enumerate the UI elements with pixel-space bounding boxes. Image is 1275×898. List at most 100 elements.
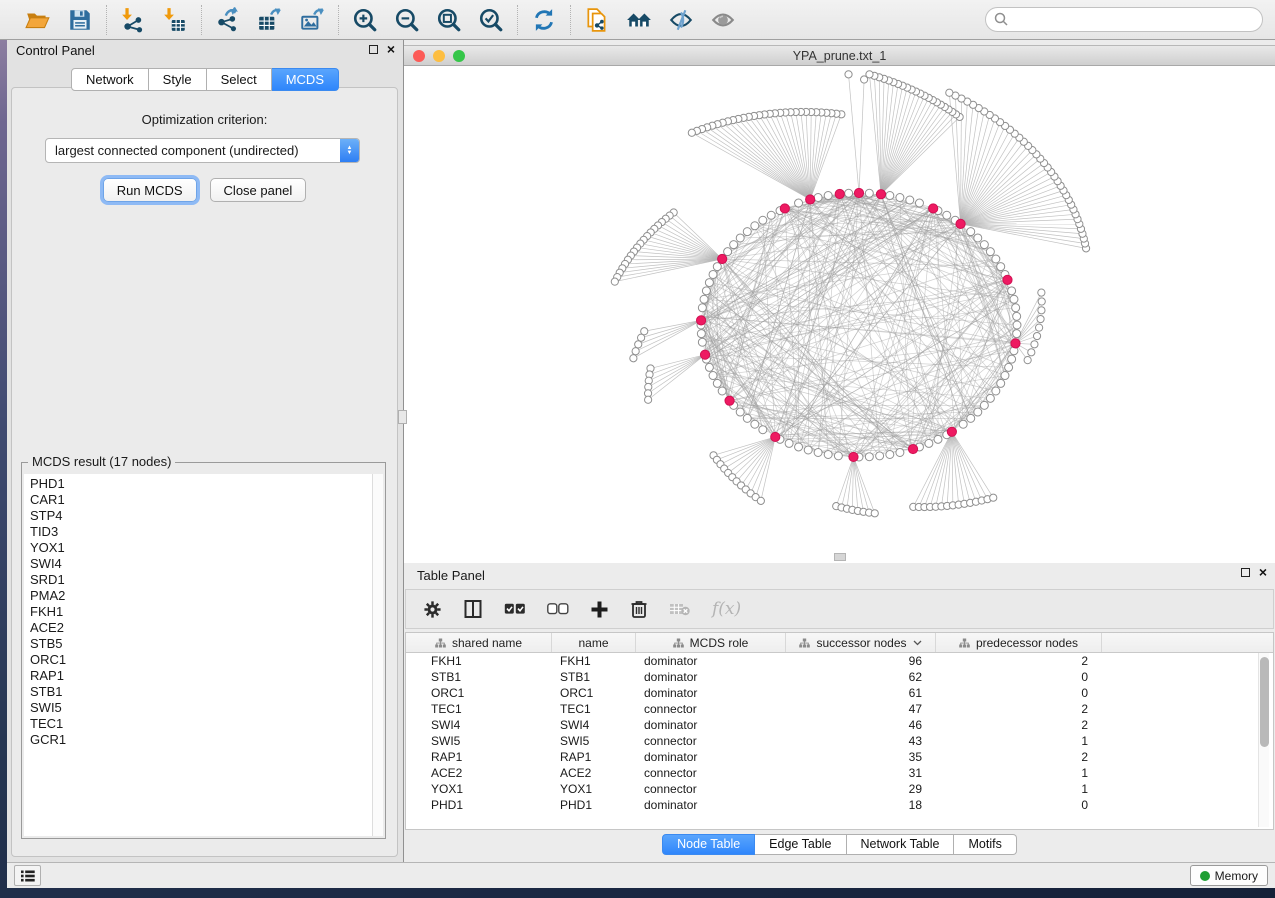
table-scrollbar-thumb[interactable]: [1260, 657, 1269, 747]
delete-table-icon[interactable]: [669, 602, 691, 616]
network-graph[interactable]: [404, 66, 1274, 563]
tab-edge-table[interactable]: Edge Table: [755, 834, 846, 855]
clone-network-button[interactable]: [583, 6, 611, 34]
horizontal-splitter-grip[interactable]: [834, 553, 846, 561]
run-mcds-button[interactable]: Run MCDS: [103, 178, 197, 202]
function-builder-icon[interactable]: f(x): [712, 599, 741, 619]
control-panel-title: Control Panel: [16, 43, 95, 58]
mcds-result-item[interactable]: STB1: [30, 684, 383, 700]
table-cell: [1102, 669, 1273, 685]
task-history-button[interactable]: [14, 865, 41, 886]
import-table-icon: [162, 7, 188, 33]
import-table-button[interactable]: [161, 6, 189, 34]
close-table-panel-icon[interactable]: ×: [1259, 567, 1267, 577]
float-table-panel-icon[interactable]: [1241, 568, 1250, 577]
export-table-button[interactable]: [256, 6, 284, 34]
table-options-gear-icon[interactable]: [423, 600, 442, 619]
close-window-icon[interactable]: [413, 50, 425, 62]
mcds-result-item[interactable]: TID3: [30, 524, 383, 540]
column-header-MCDS-role[interactable]: MCDS role: [636, 633, 786, 652]
select-all-icon[interactable]: [504, 603, 526, 615]
table-row[interactable]: FKH1FKH1dominator962: [406, 653, 1273, 669]
table-row[interactable]: SWI4SWI4dominator462: [406, 717, 1273, 733]
mcds-result-item[interactable]: YOX1: [30, 540, 383, 556]
tab-network[interactable]: Network: [71, 68, 149, 91]
mcds-result-item[interactable]: SRD1: [30, 572, 383, 588]
column-header-successor-nodes[interactable]: successor nodes: [786, 633, 936, 652]
export-image-button[interactable]: [298, 6, 326, 34]
save-button[interactable]: [66, 6, 94, 34]
export-network-button[interactable]: [214, 6, 242, 34]
zoom-in-button[interactable]: [351, 6, 379, 34]
table-row[interactable]: PHD1PHD1dominator180: [406, 797, 1273, 813]
open-file-button[interactable]: [24, 6, 52, 34]
table-cell: FKH1: [552, 653, 636, 669]
node-table[interactable]: shared namenameMCDS rolesuccessor nodesp…: [405, 632, 1274, 830]
mcds-result-item[interactable]: SWI5: [30, 700, 383, 716]
close-panel-icon[interactable]: ×: [387, 44, 395, 54]
network-canvas[interactable]: [404, 66, 1275, 563]
table-row[interactable]: RAP1RAP1dominator352: [406, 749, 1273, 765]
zoom-fit-button[interactable]: [435, 6, 463, 34]
table-cell: 31: [786, 765, 936, 781]
table-row[interactable]: TEC1TEC1connector472: [406, 701, 1273, 717]
table-row[interactable]: ACE2ACE2connector311: [406, 765, 1273, 781]
mcds-result-list[interactable]: PHD1CAR1STP4TID3YOX1SWI4SRD1PMA2FKH1ACE2…: [24, 474, 383, 836]
table-scrollbar[interactable]: [1258, 653, 1269, 827]
zoom-selected-button[interactable]: [477, 6, 505, 34]
table-row[interactable]: STB1STB1dominator620: [406, 669, 1273, 685]
mcds-result-item[interactable]: SWI4: [30, 556, 383, 572]
mcds-result-item[interactable]: CAR1: [30, 492, 383, 508]
mcds-result-item[interactable]: ACE2: [30, 620, 383, 636]
first-neighbors-button[interactable]: [625, 6, 653, 34]
tab-node-table[interactable]: Node Table: [662, 834, 755, 855]
table-cell: YOX1: [552, 781, 636, 797]
tab-mcds[interactable]: MCDS: [272, 68, 339, 91]
column-header-name[interactable]: name: [552, 633, 636, 652]
close-panel-button[interactable]: Close panel: [210, 178, 307, 202]
show-columns-icon[interactable]: [463, 599, 483, 619]
criterion-select[interactable]: largest connected component (undirected)…: [45, 138, 360, 163]
column-header-predecessor-nodes[interactable]: predecessor nodes: [936, 633, 1102, 652]
network-titlebar[interactable]: YPA_prune.txt_1: [404, 45, 1275, 66]
mcds-result-item[interactable]: PMA2: [30, 588, 383, 604]
mcds-result-item[interactable]: GCR1: [30, 732, 383, 748]
tab-motifs[interactable]: Motifs: [954, 834, 1016, 855]
table-cell: 18: [786, 797, 936, 813]
mcds-result-item[interactable]: STB5: [30, 636, 383, 652]
refresh-button[interactable]: [530, 6, 558, 34]
table-cell: [1102, 717, 1273, 733]
table-row[interactable]: SWI5SWI5connector431: [406, 733, 1273, 749]
import-network-button[interactable]: [119, 6, 147, 34]
mcds-result-item[interactable]: RAP1: [30, 668, 383, 684]
mcds-result-item[interactable]: TEC1: [30, 716, 383, 732]
zoom-out-button[interactable]: [393, 6, 421, 34]
table-cell: [1102, 781, 1273, 797]
table-cell: [1102, 653, 1273, 669]
float-panel-icon[interactable]: [369, 45, 378, 54]
delete-column-icon[interactable]: [630, 599, 648, 619]
mcds-result-scrollbar[interactable]: [372, 474, 383, 836]
node-table-body: FKH1FKH1dominator962STB1STB1dominator620…: [406, 653, 1273, 813]
mcds-result-item[interactable]: FKH1: [30, 604, 383, 620]
hide-graphics-button[interactable]: [667, 6, 695, 34]
mcds-result-item[interactable]: STP4: [30, 508, 383, 524]
add-column-icon[interactable]: [590, 600, 609, 619]
column-header-shared-name[interactable]: shared name: [406, 633, 552, 652]
tab-network-table[interactable]: Network Table: [847, 834, 955, 855]
deselect-all-icon[interactable]: [547, 603, 569, 615]
show-graphics-button[interactable]: [709, 6, 737, 34]
search-input[interactable]: [985, 7, 1263, 32]
vertical-splitter-grip[interactable]: [398, 410, 407, 424]
minimize-window-icon[interactable]: [433, 50, 445, 62]
maximize-window-icon[interactable]: [453, 50, 465, 62]
table-cell: [1102, 797, 1273, 813]
tab-style[interactable]: Style: [149, 68, 207, 91]
table-row[interactable]: ORC1ORC1dominator610: [406, 685, 1273, 701]
table-cell: ACE2: [552, 765, 636, 781]
memory-button[interactable]: Memory: [1190, 865, 1268, 886]
mcds-result-item[interactable]: ORC1: [30, 652, 383, 668]
mcds-result-item[interactable]: PHD1: [30, 476, 383, 492]
tab-select[interactable]: Select: [207, 68, 272, 91]
table-row[interactable]: YOX1YOX1connector291: [406, 781, 1273, 797]
